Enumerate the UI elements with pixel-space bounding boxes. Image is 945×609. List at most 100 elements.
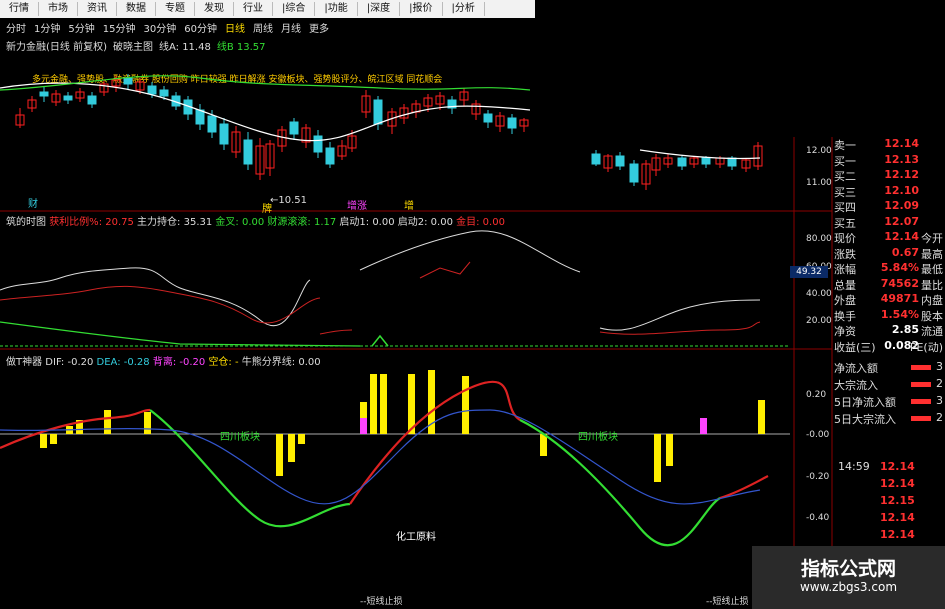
quote-row: 卖一 12.14 [832,137,945,153]
quote-value: 12.07 [884,214,919,228]
quote-label: 买五 [834,216,856,230]
macd-bar [540,434,547,456]
legend-item: 启动2: 0.00 [397,217,457,228]
quote-label: 净资 [834,325,856,338]
flow-label: 5日大宗流入 [834,413,896,426]
quote-row: 买四 12.09 [832,199,945,215]
quote-row: 净资 2.85 流通 [832,323,945,339]
candle-body [87,95,97,105]
macd-bar [360,418,367,434]
candle-body [243,139,253,165]
quote-value: 0.67 [891,245,919,259]
p2-line-red [419,261,471,279]
legend-item: 背离: -0.20 [152,357,209,368]
flow-bar [911,416,931,421]
quote-row: 买一 12.13 [832,153,945,169]
quote-sub-label: 今开 [921,232,943,245]
macd-bar [380,374,387,434]
chart-canvas[interactable] [0,0,945,609]
candle-body [195,109,205,125]
macd-bar [462,376,469,434]
quote-sub-label: 内盘 [921,294,943,307]
quote-label: 外盘 [834,294,856,307]
p2-line-red [319,329,353,335]
ma-line [639,149,761,160]
flow-value: 3 [936,360,943,373]
candle-body [159,89,169,97]
quote-label: 现价 [834,232,856,245]
macd-bar [654,434,661,482]
flow-row: 净流入额 3 [832,360,945,376]
flow-bar [911,365,931,370]
quote-label: 买一 [834,154,856,168]
quote-value: 12.10 [884,183,919,197]
p2-line-white [359,230,581,273]
watermark: 指标公式网 www.zbgs3.com [752,546,945,609]
p2-line-white [0,267,311,327]
quote-label: 涨幅 [834,263,856,276]
legend-item: 牛熊分界线: 0.00 [241,357,321,368]
p2-axis-tick: 80.00 [806,234,832,244]
marker-mid3: 增 [404,201,414,212]
watermark-url: www.zbgs3.com [799,580,898,594]
quote-row: 总量 74562 量比 [832,277,945,293]
candle-body [147,85,157,95]
candle-body [325,147,335,165]
macd-bar [758,400,765,434]
quote-value: 12.09 [884,199,919,212]
quote-value: 12.14 [884,137,919,150]
macd-bar [700,418,707,434]
quote-row: 涨跌 0.67 最高 [832,246,945,262]
flow-value: 2 [936,377,943,390]
stoploss-label-1: --短线止损 [360,597,403,607]
panel-title: 筑的时图 [6,217,50,228]
quote-value: 74562 [880,276,919,290]
panel3-legend: 做T神器 DIF: -0.20 DEA: -0.28 背离: -0.20 空仓:… [6,353,321,368]
p2-line-red [0,285,321,324]
dif-line-green [519,419,721,547]
p2-axis-tick: 40.00 [806,289,832,299]
tick-time: 14:59 [838,460,870,473]
quote-label: 卖一 [834,139,856,152]
flow-value: 2 [936,411,943,424]
flow-value: 3 [936,394,943,407]
p3-axis-tick: -0.40 [806,513,830,523]
candle-body [39,91,49,97]
candle-body [701,157,711,165]
candle-body [373,99,383,125]
candle-body [615,155,625,167]
dif-line-red [719,475,769,500]
p2-line-red [599,321,761,335]
candle-body [63,95,73,101]
flow-label: 大宗流入 [834,379,878,392]
p3-axis-tick: -0.00 [806,430,830,440]
tick-price-list: 12.14 12.14 12.15 12.14 12.14 [880,460,940,545]
flow-row: 大宗流入 2 [832,377,945,393]
quote-label: 买三 [834,185,856,199]
quote-row: 外盘 49871 内盘 [832,292,945,308]
legend-item: 金叉: 0.00 [215,217,268,228]
flow-label: 5日净流入额 [834,396,896,409]
candle-body [313,135,323,153]
candle-body [207,115,217,133]
tick-price: 12.15 [880,494,915,507]
panel2-legend: 筑的时图 获利比例%: 20.75 主力持仓: 35.31 金叉: 0.00 财… [6,213,505,228]
p3-axis-tick: 0.20 [806,390,827,400]
flow-bar [911,399,931,404]
flow-row: 5日大宗流入 2 [832,411,945,427]
p2-axis-tick: 20.00 [806,316,832,326]
tick-price: 12.14 [880,460,915,473]
candle-body [677,157,687,167]
quote-value: 49871 [880,292,919,305]
macd-bar [144,412,151,434]
macd-bar [298,434,305,444]
macd-bar [360,402,367,418]
macd-bar [666,434,673,466]
macd-bar [50,434,57,444]
macd-bar [276,434,283,476]
quote-sub-label: 量比 [921,278,943,292]
main-axis-tick: 11.00 [806,178,832,188]
quote-sub-label: 流通 [921,325,943,338]
quote-value: 5.84% [880,261,919,274]
flow-row: 5日净流入额 3 [832,394,945,410]
